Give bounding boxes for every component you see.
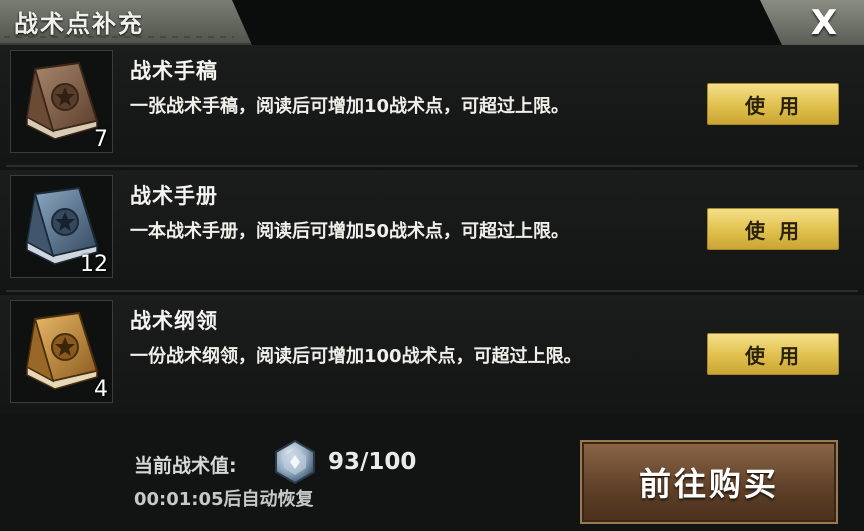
crystal-icon: [275, 439, 315, 485]
tactic-value-label: 当前战术值:: [134, 455, 237, 477]
go-buy-button[interactable]: 前往购买: [580, 440, 838, 524]
item-description: 一本战术手册，阅读后可增加50战术点，可超过上限。: [130, 221, 570, 242]
use-button[interactable]: 使用: [707, 208, 839, 250]
item-icon-frame: 4: [10, 300, 113, 403]
close-tab: X: [760, 0, 864, 45]
item-name: 战术手册: [130, 184, 218, 208]
window-header: 战术点补充 X: [0, 0, 864, 45]
item-description: 一份战术纲领，阅读后可增加100战术点，可超过上限。: [130, 346, 582, 367]
book-brown-icon: [26, 61, 99, 140]
book-gold-icon: [26, 311, 99, 390]
item-name: 战术纲领: [130, 309, 218, 333]
close-icon[interactable]: X: [806, 3, 842, 43]
item-name: 战术手稿: [130, 59, 218, 83]
list-item: 7 战术手稿 一张战术手稿，阅读后可增加10战术点，可超过上限。 使用: [0, 45, 864, 167]
list-item: 4 战术纲领 一份战术纲领，阅读后可增加100战术点，可超过上限。 使用: [0, 295, 864, 417]
item-count: 12: [80, 252, 108, 277]
window-title: 战术点补充: [14, 10, 144, 38]
footer: 当前战术值: 93/100 00:01:05后自动恢复 前往购买: [0, 415, 864, 531]
list-item: 12 战术手册 一本战术手册，阅读后可增加50战术点，可超过上限。 使用: [0, 170, 864, 292]
item-count: 7: [94, 127, 108, 152]
use-button[interactable]: 使用: [707, 333, 839, 375]
item-description: 一张战术手稿，阅读后可增加10战术点，可超过上限。: [130, 96, 570, 117]
item-icon-frame: 12: [10, 175, 113, 278]
use-button[interactable]: 使用: [707, 83, 839, 125]
title-tab: 战术点补充: [0, 0, 252, 45]
recovery-timer: 00:01:05后自动恢复: [134, 489, 314, 510]
item-count: 4: [94, 377, 108, 402]
item-icon-frame: 7: [10, 50, 113, 153]
tactic-value: 93/100: [328, 449, 417, 475]
